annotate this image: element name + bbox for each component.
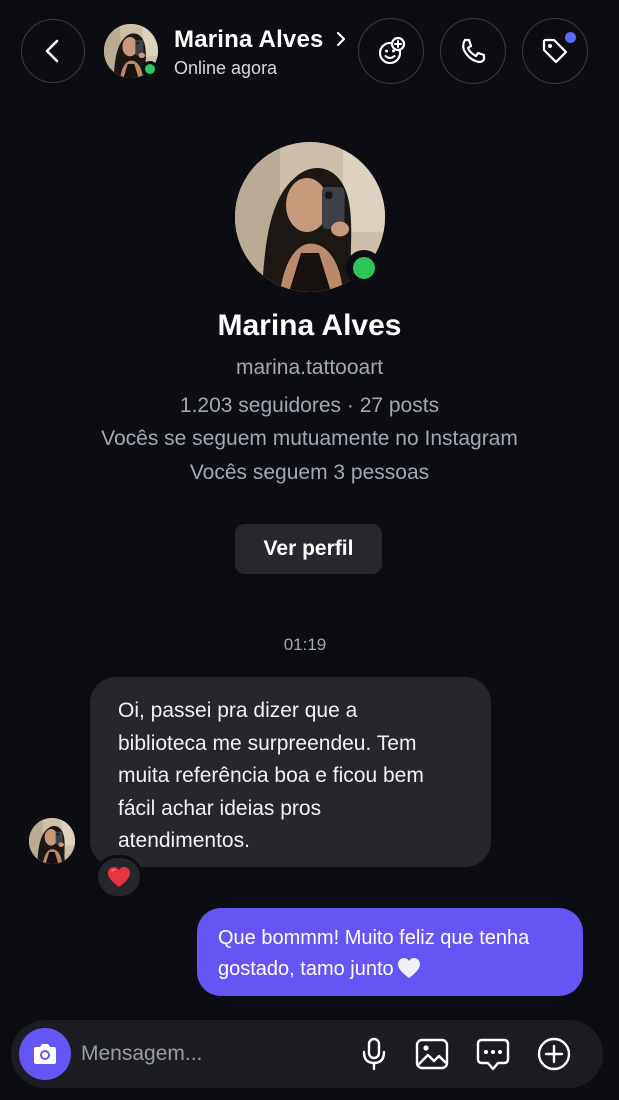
heart-white-icon <box>397 957 420 978</box>
message-reaction[interactable] <box>95 855 143 899</box>
camera-button[interactable] <box>19 1028 71 1080</box>
header-online-status: Online agora <box>174 58 278 78</box>
heart-red-icon <box>108 867 130 887</box>
smiley-plus-icon <box>378 36 406 65</box>
profile-following-info: Vocês seguem 3 pessoas <box>189 461 430 484</box>
chat-header: Marina Alves Online agora <box>0 0 619 104</box>
microphone-icon <box>362 1037 386 1071</box>
notification-dot <box>565 32 576 43</box>
incoming-message-bubble[interactable]: Oi, passei pra dizer que a biblioteca me… <box>90 677 491 867</box>
more-options-button[interactable] <box>534 1034 574 1074</box>
chevron-left-icon <box>45 39 59 63</box>
message-input[interactable] <box>81 1035 341 1073</box>
voice-call-button[interactable] <box>440 18 506 84</box>
profile-online-indicator <box>346 250 382 286</box>
add-sticker-button[interactable] <box>358 18 424 84</box>
voice-message-button[interactable] <box>354 1034 394 1074</box>
chevron-right-icon[interactable] <box>333 30 349 48</box>
plus-circle-icon <box>537 1037 571 1071</box>
profile-mutual-info: Vocês se seguem mutuamente no Instagram <box>101 427 518 450</box>
view-profile-button[interactable]: Ver perfil <box>235 524 382 574</box>
back-button[interactable] <box>21 19 85 83</box>
camera-icon <box>34 1044 56 1064</box>
image-icon <box>415 1038 449 1070</box>
phone-icon <box>462 38 486 64</box>
message-composer <box>11 1020 603 1088</box>
profile-name: Marina Alves <box>217 309 402 342</box>
sticker-button[interactable] <box>473 1034 513 1074</box>
message-timestamp: 01:19 <box>283 635 327 654</box>
tag-button[interactable] <box>522 18 588 84</box>
chat-bubble-icon <box>476 1038 510 1071</box>
message-line: fácil achar ideias pros <box>118 796 322 820</box>
header-contact-name[interactable]: Marina Alves <box>174 26 324 54</box>
profile-stats: 1.203 seguidores · 27 posts <box>179 394 440 417</box>
outgoing-message-bubble[interactable]: Que bommm! Muito feliz que tenha gostado… <box>197 908 583 996</box>
sender-avatar[interactable] <box>29 818 75 864</box>
message-line: Oi, passei pra dizer que a <box>118 699 358 722</box>
gallery-button[interactable] <box>412 1034 452 1074</box>
message-line: muita referência boa e ficou bem <box>118 764 424 787</box>
message-line: gostado, tamo junto <box>218 958 394 980</box>
message-line: biblioteca me surpreendeu. Tem <box>118 731 417 755</box>
profile-username: marina.tattooart <box>235 356 384 379</box>
message-line: atendimentos. <box>118 829 250 852</box>
message-line: Que bommm! Muito feliz que tenha <box>218 927 530 949</box>
online-indicator <box>142 61 158 77</box>
